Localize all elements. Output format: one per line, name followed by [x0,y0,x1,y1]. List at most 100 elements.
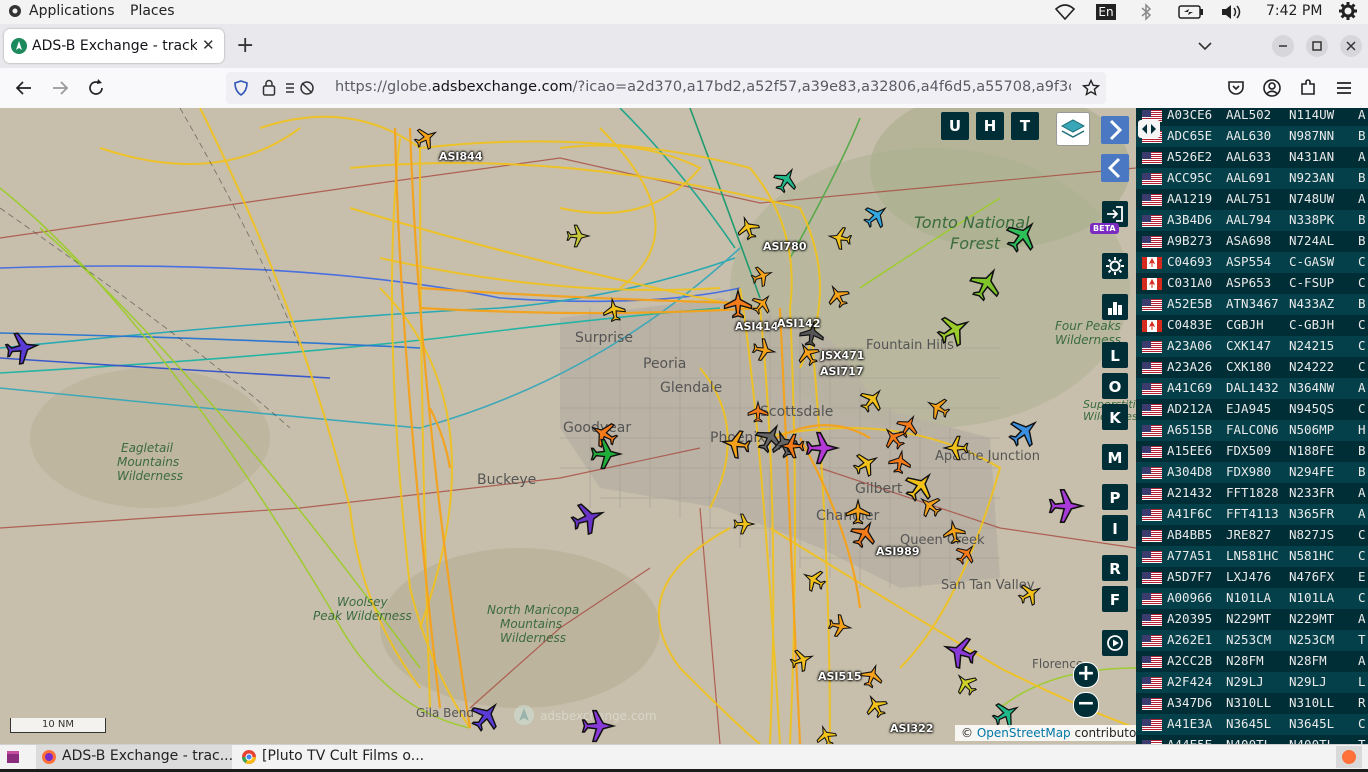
table-row[interactable]: A44E5E N400TL N400TL T [1136,735,1368,744]
table-row[interactable]: A20395 N229MT N229MT A [1136,609,1368,630]
callsign-label[interactable]: ASI780 [763,240,807,253]
zoom-out-button[interactable]: − [1073,692,1099,718]
callsign-label[interactable]: ASI142 [777,317,821,330]
callsign-label[interactable]: ASI717 [820,365,864,378]
table-row[interactable]: C031A0 ASP653 C-FSUP C [1136,273,1368,294]
toggle-u-button[interactable]: U [941,112,969,140]
toggle-f-button[interactable]: F [1102,586,1128,612]
type-cell: A [1358,653,1366,668]
bookmark-star-icon[interactable] [1081,78,1101,101]
taskbar-item-chrome[interactable]: [Pluto TV Cult Films o... [236,745,432,769]
table-row[interactable]: ACC95C AAL691 N923AN B [1136,168,1368,189]
settings-gear-icon[interactable] [1339,2,1357,24]
toggle-r-button[interactable]: R [1102,555,1128,581]
callsign-cell: AAL633 [1226,149,1272,164]
callsign-cell: N310LL [1226,695,1272,710]
callsign-label[interactable]: ASI844 [439,150,483,163]
keyboard-layout-indicator[interactable]: En [1096,4,1116,20]
wifi-icon[interactable] [1054,4,1076,24]
close-window-button[interactable] [1340,35,1362,57]
map-canvas[interactable]: Tonto National Forest Four Peaks Wildern… [0,108,1136,744]
tracking-protection-shield-icon[interactable] [233,80,249,100]
table-row[interactable]: A262E1 N253CM N253CM T [1136,630,1368,651]
toggle-i-button[interactable]: I [1102,515,1128,541]
table-row[interactable]: C0483E CGBJH C-GBJH C [1136,315,1368,336]
bluetooth-icon[interactable] [1140,3,1152,25]
pocket-icon[interactable] [1226,78,1246,98]
panel-resize-handle[interactable] [1138,120,1160,138]
table-row[interactable]: A52E5B ATN3467 N433AZ B [1136,294,1368,315]
workspace-switcher[interactable] [1336,746,1362,768]
applications-menu[interactable]: Applications [29,3,115,19]
table-row[interactable]: AD212A EJA945 N945QS C [1136,399,1368,420]
extensions-puzzle-icon[interactable] [1298,78,1318,98]
places-menu[interactable]: Places [130,3,175,19]
table-row[interactable]: C04693 ASP554 C-GASW C [1136,252,1368,273]
taskbar-item-firefox[interactable]: ADS-B Exchange - trac... [36,745,233,769]
battery-icon[interactable] [1178,5,1204,23]
toggle-h-button[interactable]: H [976,112,1004,140]
replay-button[interactable] [1102,630,1128,656]
toggle-m-button[interactable]: M [1102,444,1128,470]
browser-tab-adsb[interactable]: ADS-B Exchange - track a ✕ [4,29,224,63]
table-row[interactable]: A41C69 DAL1432 N364NW A [1136,378,1368,399]
table-row[interactable]: A9B273 ASA698 N724AL B [1136,231,1368,252]
table-row[interactable]: A23A06 CXK147 N24215 C [1136,336,1368,357]
stats-button[interactable] [1102,294,1128,320]
gnome-foot-icon[interactable] [8,4,22,22]
toggle-k-button[interactable]: K [1102,404,1128,430]
toggle-o-button[interactable]: O [1102,373,1128,399]
hamburger-menu-icon[interactable] [1334,78,1354,98]
hex-code: AA1219 [1167,191,1213,206]
tab-close-icon[interactable]: ✕ [202,36,215,54]
table-row[interactable]: A5D7F7 LXJ476 N476FX E [1136,567,1368,588]
table-row[interactable]: AA1219 AAL751 N748UW A [1136,189,1368,210]
table-row[interactable]: A21432 FFT1828 N233FR A [1136,483,1368,504]
table-row[interactable]: A304D8 FDX980 N294FE B [1136,462,1368,483]
toggle-l-button[interactable]: L [1102,342,1128,368]
reload-icon[interactable] [86,78,106,98]
account-icon[interactable] [1262,78,1282,98]
table-row[interactable]: A41E3A N3645L N3645L C [1136,714,1368,735]
table-row[interactable]: A526E2 AAL633 N431AN A [1136,147,1368,168]
list-all-tabs-chevron-icon[interactable] [1198,36,1212,55]
collapse-panel-button[interactable] [1101,154,1129,182]
show-desktop-icon[interactable] [6,750,20,768]
flight-map[interactable]: Tonto National Forest Four Peaks Wildern… [0,108,1136,744]
expand-panel-button[interactable] [1101,116,1129,144]
table-row[interactable]: A347D6 N310LL N310LL R [1136,693,1368,714]
new-tab-plus-icon[interactable]: + [236,33,254,58]
table-row[interactable]: A00966 N101LA N101LA C [1136,588,1368,609]
toggle-p-button[interactable]: P [1102,484,1128,510]
settings-button[interactable] [1102,253,1128,279]
callsign-label[interactable]: ASI414 [735,320,779,333]
volume-icon[interactable] [1221,4,1243,24]
layers-button[interactable] [1056,112,1090,146]
callsign-label[interactable]: JSX471 [821,349,864,362]
clock[interactable]: 7:42 PM [1266,3,1322,19]
table-row[interactable]: A15EE6 FDX509 N188FE B [1136,441,1368,462]
callsign-label[interactable]: ASI515 [818,670,862,683]
table-row[interactable]: A41F6C FFT4113 N365FR A [1136,504,1368,525]
permissions-icon[interactable] [284,80,316,100]
lock-icon[interactable] [262,79,276,100]
table-row[interactable]: A03CE6 AAL502 N114UW A [1136,108,1368,126]
toggle-t-button[interactable]: T [1011,112,1039,140]
table-row[interactable]: A2CC2B N28FM N28FM A [1136,651,1368,672]
back-arrow-icon[interactable] [14,78,34,98]
table-row[interactable]: AB4BB5 JRE827 N827JS C [1136,525,1368,546]
forward-arrow-icon[interactable] [50,78,70,98]
table-row[interactable]: A77A51 LN581HC N581HC C [1136,546,1368,567]
table-row[interactable]: ADC65E AAL630 N987NN B [1136,126,1368,147]
zoom-in-button[interactable]: + [1073,662,1099,688]
table-row[interactable]: A6515B FALCON6 N506MP H [1136,420,1368,441]
maximize-button[interactable] [1306,35,1328,57]
table-row[interactable]: A23A26 CXK180 N24222 C [1136,357,1368,378]
table-row[interactable]: A3B4D6 AAL794 N338PK B [1136,210,1368,231]
table-row[interactable]: A2F424 N29LJ N29LJ L [1136,672,1368,693]
openstreetmap-link[interactable]: OpenStreetMap [977,726,1071,740]
callsign-label[interactable]: ASI322 [890,722,934,735]
address-bar[interactable]: https://globe.adsbexchange.com/?icao=a2d… [226,72,1106,104]
callsign-label[interactable]: ASI989 [876,545,920,558]
minimize-button[interactable] [1272,35,1294,57]
